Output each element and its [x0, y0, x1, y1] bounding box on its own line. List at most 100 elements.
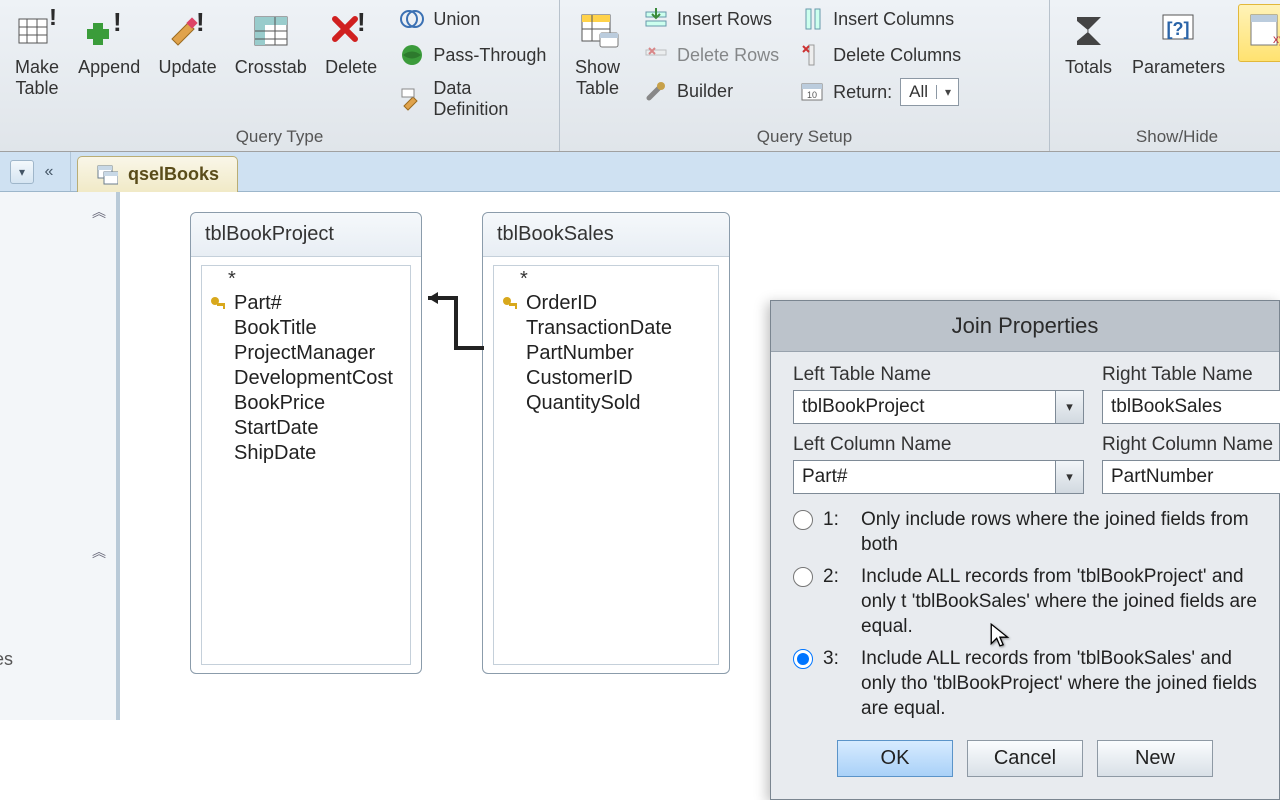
delete-rows-icon — [643, 42, 669, 68]
right-column-input[interactable] — [1102, 460, 1280, 494]
right-table-combo[interactable] — [1102, 390, 1280, 424]
svg-text:!: ! — [196, 9, 205, 37]
insert-rows-icon — [643, 6, 669, 32]
chevron-up-icon[interactable]: ︽ — [92, 202, 106, 222]
left-column-combo[interactable]: ▾ — [793, 460, 1084, 494]
right-table-input[interactable] — [1102, 390, 1280, 424]
builder-icon — [643, 78, 669, 104]
field-item[interactable]: QuantitySold — [500, 391, 712, 416]
field-item[interactable]: BookPrice — [208, 391, 404, 416]
ribbon: ! Make Table ! Append ! Update C — [0, 0, 1280, 152]
collapse-icon[interactable]: « — [38, 161, 60, 183]
radio-option-1[interactable] — [793, 510, 813, 530]
ok-button[interactable]: OK — [837, 740, 953, 777]
radio-option-2[interactable] — [793, 567, 813, 587]
append-button[interactable]: ! Append — [72, 4, 146, 83]
radio-option-3[interactable] — [793, 649, 813, 669]
svg-text:10: 10 — [807, 90, 817, 100]
ribbon-group-query-setup: Show Table Insert Rows Delete Rows Build… — [560, 0, 1050, 151]
group-label-show-hide: Show/Hide — [1058, 123, 1280, 149]
make-table-button[interactable]: ! Make Table — [8, 4, 66, 103]
delete-query-button[interactable]: ! Delete — [319, 4, 384, 83]
field-all[interactable]: * — [500, 268, 712, 291]
property-sheet-icon: xyz — [1245, 9, 1280, 53]
crosstab-button[interactable]: Crosstab — [229, 4, 313, 83]
builder-button[interactable]: Builder — [639, 76, 783, 106]
right-column-combo[interactable] — [1102, 460, 1280, 494]
show-table-icon — [576, 9, 620, 53]
field-item[interactable]: StartDate — [208, 416, 404, 441]
make-table-icon: ! — [15, 9, 59, 53]
dialog-title: Join Properties — [771, 301, 1279, 352]
delete-rows-button[interactable]: Delete Rows — [639, 40, 783, 70]
update-button[interactable]: ! Update — [152, 4, 222, 83]
tab-label: qselBooks — [128, 164, 219, 185]
table-tblbooksales[interactable]: tblBookSales * OrderID TransactionDate P… — [482, 212, 730, 674]
show-table-button[interactable]: Show Table — [568, 4, 627, 103]
group-label-query-setup: Query Setup — [568, 123, 1041, 149]
key-icon — [210, 296, 226, 312]
field-list[interactable]: * OrderID TransactionDate PartNumber Cus… — [493, 265, 719, 665]
field-list[interactable]: * Part# BookTitle ProjectManager Develop… — [201, 265, 411, 665]
field-item[interactable]: ShipDate — [208, 441, 404, 466]
query-design-canvas[interactable]: tblBookProject * Part# BookTitle Project… — [120, 192, 1280, 720]
field-pk[interactable]: OrderID — [500, 291, 712, 316]
svg-text:[?]: [?] — [1166, 19, 1189, 39]
table-title: tblBookSales — [483, 213, 729, 257]
data-definition-button[interactable]: Data Definition — [395, 76, 551, 122]
chevron-down-icon[interactable]: ▾ — [1056, 390, 1084, 424]
insert-columns-button[interactable]: Insert Columns — [795, 4, 965, 34]
field-pk[interactable]: Part# — [208, 291, 404, 316]
field-item[interactable]: DevelopmentCost — [208, 366, 404, 391]
delete-columns-icon — [799, 42, 825, 68]
document-tab-bar: ▾ « qselBooks — [0, 152, 1280, 192]
insert-rows-button[interactable]: Insert Rows — [639, 4, 783, 34]
field-item[interactable]: TransactionDate — [500, 316, 712, 341]
key-icon — [502, 296, 518, 312]
field-item[interactable]: ProjectManager — [208, 341, 404, 366]
chevron-down-icon[interactable]: ▾ — [936, 85, 958, 99]
chevron-down-icon[interactable]: ▾ — [1056, 460, 1084, 494]
property-sheet-button[interactable]: xyz — [1238, 4, 1280, 62]
pass-through-button[interactable]: Pass-Through — [395, 40, 551, 70]
join-line[interactable] — [418, 288, 488, 358]
nav-dropdown-icon[interactable]: ▾ — [10, 160, 34, 184]
join-option-3[interactable]: 3: Include ALL records from 'tblBookSale… — [793, 643, 1257, 725]
left-table-input[interactable] — [793, 390, 1056, 424]
field-item[interactable]: CustomerID — [500, 366, 712, 391]
left-column-input[interactable] — [793, 460, 1056, 494]
totals-button[interactable]: Totals — [1058, 4, 1119, 83]
append-icon: ! — [87, 9, 131, 53]
field-item[interactable]: BookTitle — [208, 316, 404, 341]
nav-pane-toggle[interactable]: ▾ « — [0, 152, 71, 191]
nav-item-partial[interactable]: es — [0, 649, 13, 670]
delete-columns-button[interactable]: Delete Columns — [795, 40, 965, 70]
return-row[interactable]: 10 Return: All ▾ — [795, 76, 965, 108]
new-button[interactable]: New — [1097, 740, 1213, 777]
join-option-2[interactable]: 2: Include ALL records from 'tblBookProj… — [793, 561, 1257, 643]
label-left-table: Left Table Name — [793, 364, 1084, 386]
chevron-up-icon[interactable]: ︽ — [92, 542, 106, 562]
parameters-button[interactable]: [?] Parameters — [1125, 4, 1232, 83]
cancel-button[interactable]: Cancel — [967, 740, 1083, 777]
return-combo[interactable]: All ▾ — [900, 78, 959, 106]
delete-icon: ! — [329, 9, 373, 53]
label-left-column: Left Column Name — [793, 434, 1084, 456]
sigma-icon — [1067, 9, 1111, 53]
join-option-1[interactable]: 1: Only include rows where the joined fi… — [793, 504, 1257, 561]
field-item[interactable]: PartNumber — [500, 341, 712, 366]
workspace: ︽ ︽ es tblBookProject * Part# BookTitle … — [0, 192, 1280, 720]
update-icon: ! — [166, 9, 210, 53]
tab-qselbooks[interactable]: qselBooks — [77, 156, 238, 192]
label-right-column: Right Column Name — [1102, 434, 1280, 456]
left-table-combo[interactable]: ▾ — [793, 390, 1084, 424]
crosstab-icon — [249, 9, 293, 53]
join-properties-dialog: Join Properties Left Table Name ▾ Right … — [770, 300, 1280, 800]
data-definition-icon — [399, 86, 425, 112]
parameters-icon: [?] — [1157, 9, 1201, 53]
union-button[interactable]: Union — [395, 4, 551, 34]
navigation-pane[interactable]: ︽ ︽ es — [0, 192, 120, 720]
insert-columns-icon — [799, 6, 825, 32]
field-all[interactable]: * — [208, 268, 404, 291]
table-tblbookproject[interactable]: tblBookProject * Part# BookTitle Project… — [190, 212, 422, 674]
